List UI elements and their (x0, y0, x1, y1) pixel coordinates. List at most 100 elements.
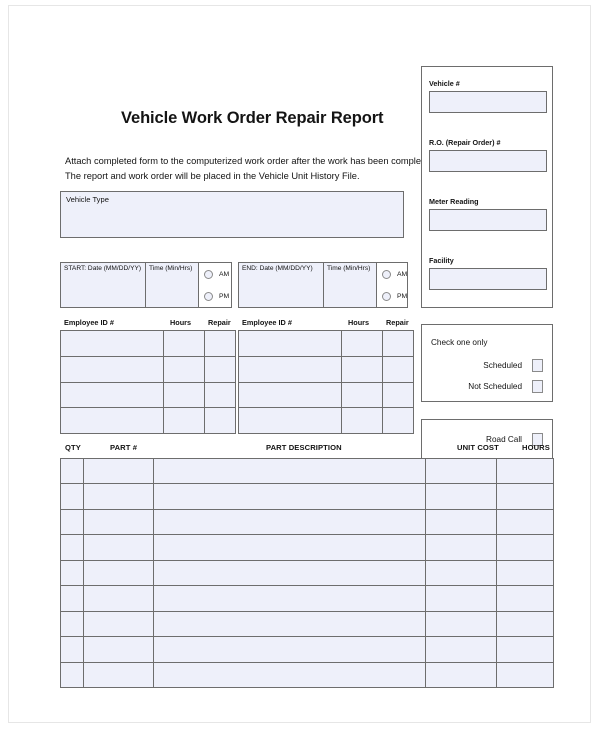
table-cell[interactable] (60, 585, 84, 612)
table-cell[interactable] (83, 508, 154, 536)
table-cell[interactable] (153, 585, 426, 612)
table-cell[interactable] (425, 483, 497, 510)
start-pm-option[interactable]: PM (204, 291, 229, 301)
table-cell[interactable] (382, 381, 414, 409)
table-cell[interactable] (83, 559, 154, 587)
start-am-label: AM (219, 270, 230, 278)
table-cell[interactable] (496, 508, 554, 536)
table-cell[interactable] (83, 534, 154, 561)
table-cell[interactable] (60, 661, 84, 688)
start-date-label: START: Date (MM/DD/YY) (64, 265, 142, 272)
end-time-field[interactable]: Time (Min/Hrs) (323, 262, 377, 308)
table-cell[interactable] (83, 585, 154, 612)
table-cell[interactable] (60, 636, 84, 663)
radio-icon[interactable] (204, 291, 213, 301)
option-scheduled[interactable]: Scheduled (483, 359, 543, 372)
checkbox-icon[interactable] (532, 380, 543, 393)
table-cell[interactable] (341, 381, 383, 409)
table-cell[interactable] (496, 559, 554, 587)
start-time-field[interactable]: Time (Min/Hrs) (145, 262, 199, 308)
sidebar-input[interactable] (429, 150, 547, 172)
col-hours: HOURS (522, 443, 550, 452)
sidebar-label: Vehicle # (429, 79, 460, 88)
table-cell[interactable] (83, 458, 154, 485)
table-cell[interactable] (425, 534, 497, 561)
table-row (60, 483, 554, 510)
table-cell[interactable] (83, 661, 154, 688)
table-cell[interactable] (204, 330, 236, 357)
table-cell[interactable] (425, 458, 497, 485)
vehicle-type-field[interactable]: Vehicle Type (60, 191, 404, 238)
table-cell[interactable] (496, 636, 554, 663)
table-cell[interactable] (204, 355, 236, 383)
table-cell[interactable] (425, 661, 497, 688)
end-pm-label: PM (397, 292, 408, 300)
end-date-field[interactable]: END: Date (MM/DD/YY) (238, 262, 324, 308)
start-date-field[interactable]: START: Date (MM/DD/YY) (60, 262, 146, 308)
table-cell[interactable] (496, 534, 554, 561)
table-cell[interactable] (163, 381, 205, 409)
table-cell[interactable] (382, 355, 414, 383)
table-cell[interactable] (60, 381, 164, 409)
end-pm-option[interactable]: PM (382, 291, 408, 301)
checkbox-icon[interactable] (532, 359, 543, 372)
table-cell[interactable] (496, 458, 554, 485)
table-cell[interactable] (425, 636, 497, 663)
table-cell[interactable] (238, 355, 342, 383)
table-cell[interactable] (83, 636, 154, 663)
table-row (60, 458, 554, 485)
table-cell[interactable] (153, 636, 426, 663)
table-cell[interactable] (425, 559, 497, 587)
end-am-option[interactable]: AM (382, 269, 407, 279)
table-cell[interactable] (238, 381, 342, 409)
table-cell[interactable] (163, 330, 205, 357)
table-cell[interactable] (60, 330, 164, 357)
table-cell[interactable] (163, 407, 205, 434)
table-cell[interactable] (238, 330, 342, 357)
sidebar-input[interactable] (429, 209, 547, 231)
table-cell[interactable] (382, 407, 414, 434)
table-cell[interactable] (238, 407, 342, 434)
table-cell[interactable] (425, 585, 497, 612)
table-cell[interactable] (153, 483, 426, 510)
table-cell[interactable] (153, 610, 426, 638)
table-cell[interactable] (341, 355, 383, 383)
sidebar-input[interactable] (429, 91, 547, 113)
radio-icon[interactable] (382, 269, 391, 279)
table-cell[interactable] (60, 534, 84, 561)
table-cell[interactable] (341, 407, 383, 434)
table-cell[interactable] (83, 610, 154, 638)
table-cell[interactable] (341, 330, 383, 357)
table-cell[interactable] (425, 610, 497, 638)
table-cell[interactable] (204, 407, 236, 434)
table-cell[interactable] (153, 508, 426, 536)
sidebar-label: Facility (429, 256, 454, 265)
table-cell[interactable] (496, 610, 554, 638)
table-cell[interactable] (60, 610, 84, 638)
table-cell[interactable] (382, 330, 414, 357)
table-cell[interactable] (496, 661, 554, 688)
table-cell[interactable] (60, 355, 164, 383)
table-cell[interactable] (83, 483, 154, 510)
table-cell[interactable] (496, 483, 554, 510)
col-repair: Repair (386, 318, 409, 327)
radio-icon[interactable] (204, 269, 213, 279)
table-cell[interactable] (153, 661, 426, 688)
table-cell[interactable] (60, 559, 84, 587)
table-cell[interactable] (153, 458, 426, 485)
table-cell[interactable] (153, 534, 426, 561)
table-cell[interactable] (425, 508, 497, 536)
table-cell[interactable] (60, 483, 84, 510)
start-am-option[interactable]: AM (204, 269, 230, 279)
table-cell[interactable] (60, 508, 84, 536)
col-part-number: PART # (110, 443, 138, 452)
table-cell[interactable] (153, 559, 426, 587)
table-cell[interactable] (204, 381, 236, 409)
table-cell[interactable] (496, 585, 554, 612)
option-not-scheduled[interactable]: Not Scheduled (468, 380, 543, 393)
table-cell[interactable] (163, 355, 205, 383)
table-cell[interactable] (60, 458, 84, 485)
sidebar-input[interactable] (429, 268, 547, 290)
radio-icon[interactable] (382, 291, 391, 301)
table-cell[interactable] (60, 407, 164, 434)
